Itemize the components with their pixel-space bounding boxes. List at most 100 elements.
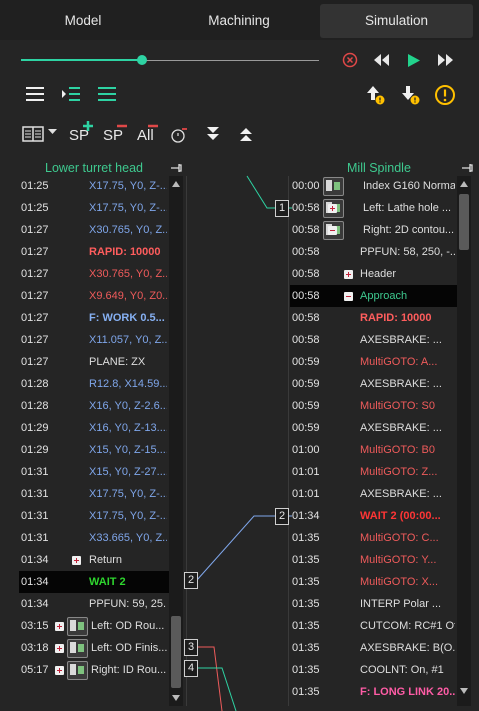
row-time: 03:15 [21,620,49,632]
list-item[interactable]: 01:35 CUTCOM: RC#1 Off [290,615,457,637]
sync-marker[interactable]: 4 [184,660,198,677]
list-item[interactable]: 01:31 X17.75, Y0, Z-... [19,483,169,505]
list-item[interactable]: 03:15 Left: OD Rou... [19,615,169,637]
expand-icon[interactable] [344,270,353,279]
list-item[interactable]: 01:35 INTERP Polar ... [290,593,457,615]
row-command: PPFUN: 59, 25... [89,598,167,610]
list-item[interactable]: 01:35 MultiGOTO: C... [290,527,457,549]
list-item[interactable]: 01:01 MultiGOTO: Z... [290,461,457,483]
row-command: AXESBRAKE: ... [360,488,442,500]
list-item[interactable]: 01:35 MultiGOTO: X... [290,571,457,593]
row-command: MultiGOTO: Z... [360,466,438,478]
list-item[interactable]: 00:58 AXESBRAKE: ... [290,329,457,351]
row-command: X16, Y0, Z-2.6... [89,400,167,412]
row-command: COOLNT: On, #1 [360,664,444,676]
list-item[interactable]: 00:59 AXESBRAKE: ... [290,373,457,395]
row-time: 01:27 [21,224,49,236]
row-time: 01:27 [21,246,49,258]
sync-marker[interactable]: 1 [275,200,289,217]
expand-icon[interactable] [55,666,64,675]
list-item[interactable]: 00:58 Left: Lathe hole ... [290,197,457,219]
list-item[interactable]: 00:59 AXESBRAKE: ... [290,417,457,439]
list-item[interactable]: 01:28 R12.8, X14.59... [19,373,169,395]
list-item[interactable]: 01:27 X30.765, Y0, Z... [19,263,169,285]
row-time: 01:31 [21,488,49,500]
list-item[interactable]: 00:58 RAPID: 10000 [290,307,457,329]
list-item[interactable]: 01:34 WAIT 2 (00:00... [290,505,457,527]
list-item[interactable]: 00:00 Index G160 Normal [290,175,457,197]
list-item[interactable]: 01:27 X30.765, Y0, Z... [19,219,169,241]
collapse-icon[interactable] [328,226,337,235]
list-item[interactable]: 01:27 PLANE: ZX [19,351,169,373]
row-time: 01:35 [292,664,320,676]
list-item[interactable]: 01:25 X17.75, Y0, Z-... [19,175,169,197]
row-time: 01:01 [292,466,320,478]
list-item[interactable]: 01:27 F: WORK 0.5... [19,307,169,329]
row-time: 00:00 [292,180,320,192]
row-command: CUTCOM: RC#1 Off [360,620,455,632]
list-item[interactable]: 01:29 X15, Y0, Z-15.... [19,439,169,461]
list-item[interactable]: 01:27 RAPID: 10000 [19,241,169,263]
row-time: 01:34 [21,554,49,566]
row-command: Approach [360,290,408,302]
collapse-icon[interactable] [344,292,353,301]
row-command: AXESBRAKE: ... [360,334,442,346]
list-item[interactable]: 01:35 AXESBRAKE: B(O... [290,637,457,659]
list-item[interactable]: 01:31 X33.665, Y0, Z... [19,527,169,549]
sync-marker[interactable]: 2 [184,572,198,589]
sync-marker[interactable]: 3 [184,639,198,656]
list-item[interactable]: 01:01 AXESBRAKE: ... [290,483,457,505]
row-time: 01:27 [21,312,49,324]
list-item[interactable]: 01:00 MultiGOTO: B0 [290,439,457,461]
list-item[interactable]: 01:28 X16, Y0, Z-2.6... [19,395,169,417]
list-item[interactable]: 01:34 WAIT 2 [19,571,169,593]
row-time: 00:58 [292,312,320,324]
row-time: 01:35 [292,620,320,632]
row-command: Left: OD Rou... [91,620,165,632]
expand-icon[interactable] [328,204,337,213]
row-command: X33.665, Y0, Z... [89,532,167,544]
row-command: X9.649, Y0, Z0... [89,290,167,302]
row-time: 00:58 [292,246,320,258]
row-command: X15, Y0, Z-27.... [89,466,167,478]
list-item[interactable]: 01:27 X11.057, Y0, Z... [19,329,169,351]
row-time: 01:00 [292,444,320,456]
row-time: 01:28 [21,378,49,390]
sync-marker[interactable]: 2 [275,508,289,525]
list-item[interactable]: 01:25 X17.75, Y0, Z-... [19,197,169,219]
row-time: 01:27 [21,356,49,368]
expand-icon[interactable] [72,556,81,565]
row-time: 00:58 [292,290,320,302]
row-command: RAPID: 10000 [360,312,432,324]
list-item[interactable]: 01:34 Return [19,549,169,571]
row-command: Right: 2D contou... [363,224,455,236]
operation-thumbnail-icon [67,639,88,658]
row-time: 01:34 [21,598,49,610]
list-item[interactable]: 00:59 MultiGOTO: S0 [290,395,457,417]
list-item[interactable]: 01:27 X9.649, Y0, Z0... [19,285,169,307]
row-command: AXESBRAKE: ... [360,378,442,390]
list-item[interactable]: 01:29 X16, Y0, Z-13.... [19,417,169,439]
row-command: Left: OD Finis... [91,642,167,654]
expand-icon[interactable] [55,644,64,653]
row-time: 01:31 [21,510,49,522]
list-item[interactable]: 00:58 Right: 2D contou... [290,219,457,241]
list-item[interactable]: 00:59 MultiGOTO: A... [290,351,457,373]
list-item[interactable]: 01:35 MultiGOTO: Y... [290,549,457,571]
list-item[interactable]: 01:34 PPFUN: 59, 25... [19,593,169,615]
list-item[interactable]: 01:35 F: LONG LINK 20... [290,681,457,703]
list-item[interactable]: 00:58 PPFUN: 58, 250, -... [290,241,457,263]
list-item[interactable]: 01:31 X17.75, Y0, Z-... [19,505,169,527]
list-item[interactable]: 03:18 Left: OD Finis... [19,637,169,659]
row-time: 01:35 [292,576,320,588]
row-time: 01:35 [292,686,320,698]
list-item[interactable]: 01:35 COOLNT: On, #1 [290,659,457,681]
list-item[interactable]: 05:17 Right: ID Rou... [19,659,169,681]
list-item[interactable]: 01:31 X15, Y0, Z-27.... [19,461,169,483]
expand-icon[interactable] [55,622,64,631]
row-time: 01:29 [21,422,49,434]
row-time: 00:58 [292,334,320,346]
list-item[interactable]: 00:58 Header [290,263,457,285]
row-time: 00:59 [292,400,320,412]
list-item[interactable]: 00:58 Approach [290,285,457,307]
